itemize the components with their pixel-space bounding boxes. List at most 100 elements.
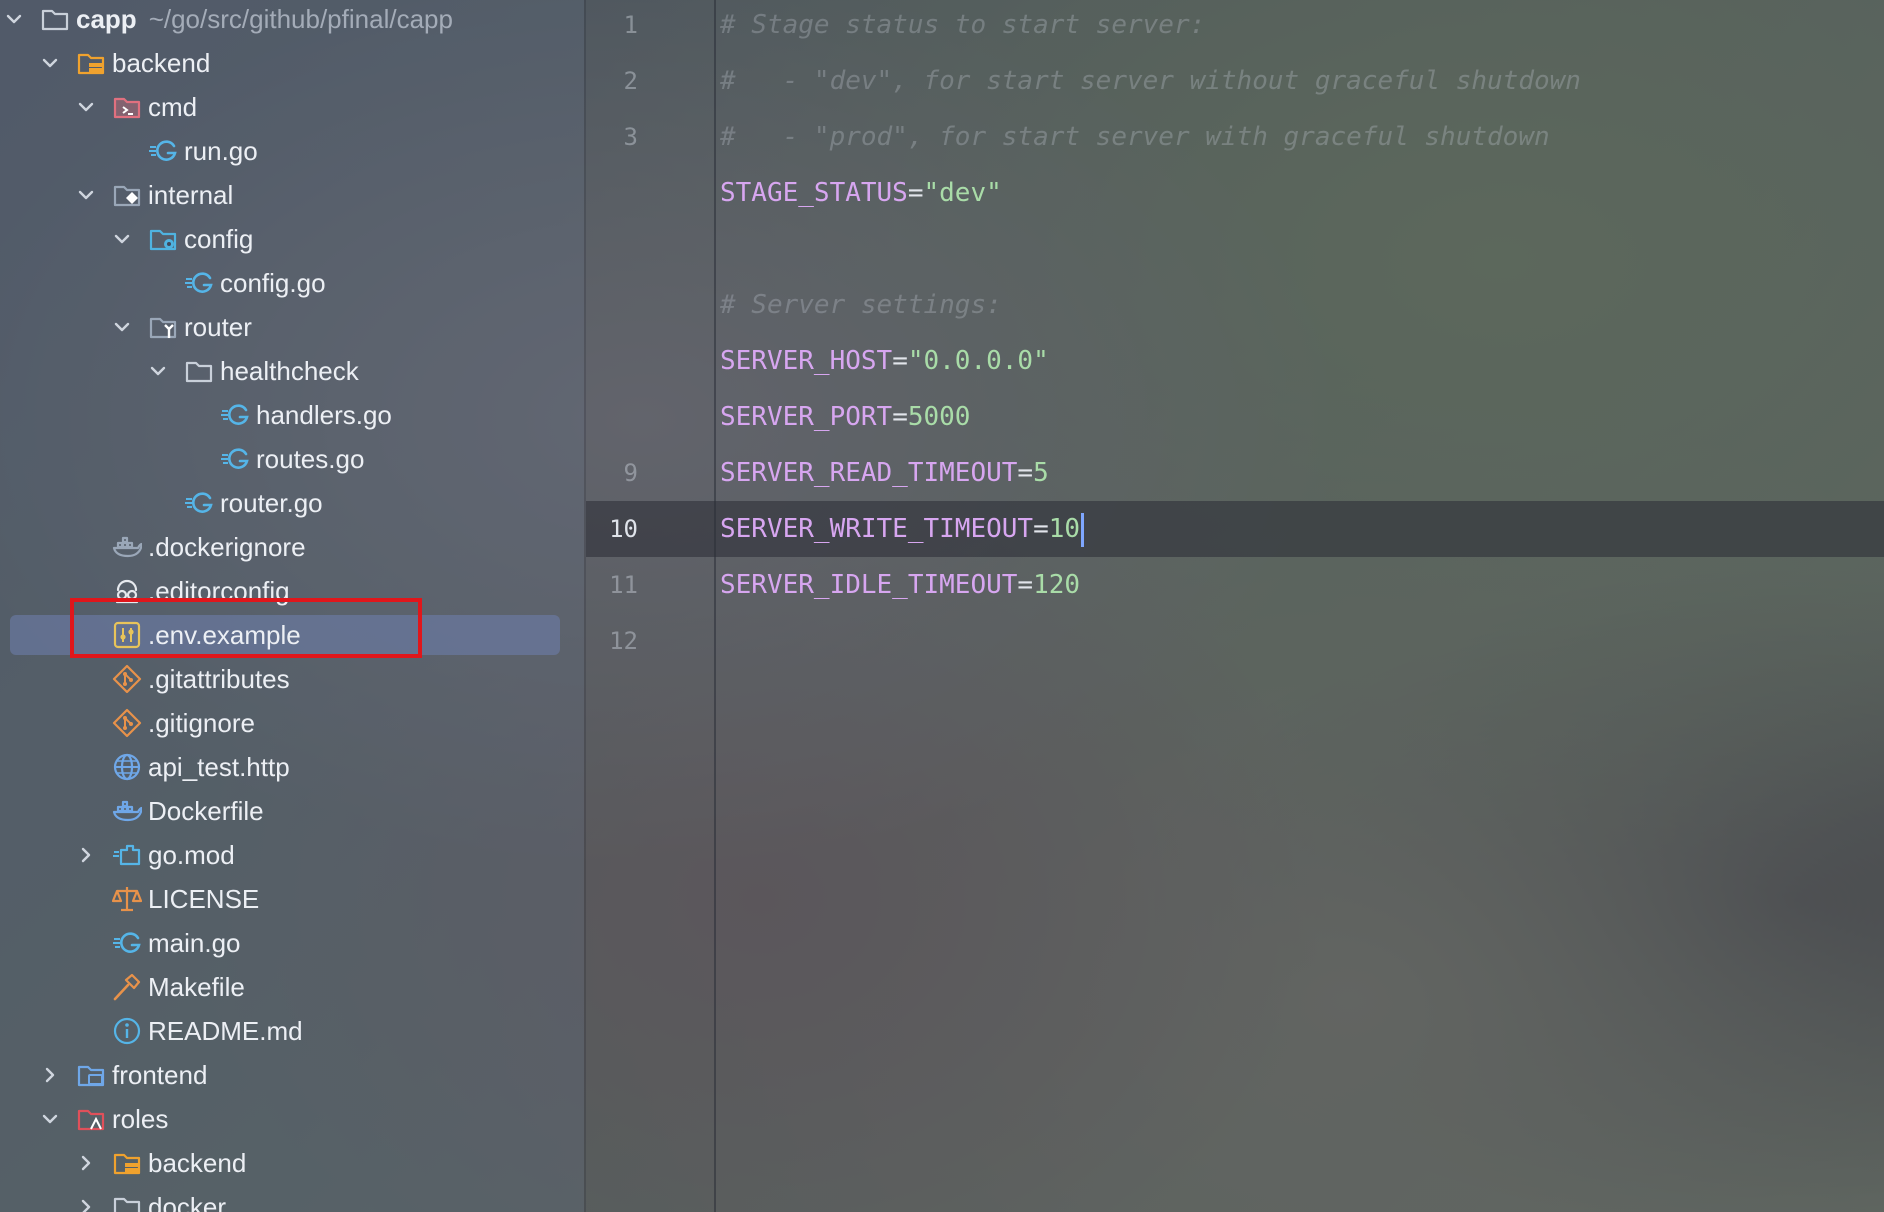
code-line[interactable]: 3 # - "prod", for start server with grace… (586, 109, 1884, 165)
tree-item-label: api_test.http (148, 751, 290, 782)
tree-item[interactable]: .gitattributes (0, 657, 584, 701)
tree-item[interactable]: config.go (0, 261, 584, 305)
tree-item[interactable]: backend (0, 41, 584, 85)
tree-item[interactable]: docker (0, 1185, 584, 1212)
code-line[interactable]: 2 # - "dev", for start server without gra… (586, 53, 1884, 109)
code-line[interactable]: 11 SERVER_IDLE_TIMEOUT=120 (586, 557, 1884, 613)
code-token: 10 (1048, 514, 1081, 544)
code-token: = (1033, 514, 1049, 544)
chevron-down-icon[interactable] (148, 361, 168, 381)
makefile-hammer-icon (112, 972, 142, 1002)
code-token: SERVER_HOST (720, 346, 893, 376)
code-token: # Server settings: (720, 290, 1002, 320)
tree-item-label: cmd (148, 91, 198, 122)
code-text: # Server settings: (720, 277, 1002, 333)
tree-item-label: backend (112, 47, 211, 78)
code-line[interactable]: SERVER_PORT=5000 (586, 389, 1884, 445)
code-line[interactable]: 9 SERVER_READ_TIMEOUT=5 (586, 445, 1884, 501)
project-root-path: ~/go/src/github/pfinal/capp (148, 3, 453, 34)
tree-item[interactable]: run.go (0, 129, 584, 173)
chevron-down-icon[interactable] (76, 97, 96, 117)
tree-item-label: Makefile (148, 971, 245, 1002)
chevron-right-icon[interactable] (76, 845, 96, 865)
code-text: # Stage status to start server: (720, 0, 1205, 53)
code-editor[interactable]: 1 # Stage status to start server: 2 # - "de… (586, 0, 1884, 1212)
git-icon (112, 708, 142, 738)
tree-item-label: healthcheck (220, 355, 359, 386)
tree-item[interactable]: api_test.http (0, 745, 584, 789)
docker-icon (112, 796, 144, 826)
project-root-name: capp (76, 3, 137, 34)
tree-item[interactable]: handlers.go (0, 393, 584, 437)
chevron-right-icon[interactable] (76, 1197, 96, 1212)
code-line[interactable]: 12 (586, 613, 1884, 669)
code-line[interactable] (586, 221, 1884, 277)
tree-item[interactable]: Makefile (0, 965, 584, 1009)
code-line[interactable]: 1 # Stage status to start server: (586, 0, 1884, 53)
folder-icon (184, 356, 214, 386)
tree-item-label: frontend (112, 1059, 208, 1090)
tree-item-label: backend (148, 1147, 247, 1178)
tree-item[interactable]: router (0, 305, 584, 349)
chevron-down-icon[interactable] (112, 317, 132, 337)
license-scales-icon (111, 884, 143, 914)
code-token: SERVER_PORT (720, 402, 893, 432)
tree-item[interactable]: routes.go (0, 437, 584, 481)
code-line[interactable]: SERVER_HOST="0.0.0.0" (586, 333, 1884, 389)
tree-item-label: go.mod (148, 839, 235, 870)
router-folder-icon (148, 312, 178, 342)
tree-item[interactable]: backend (0, 1141, 584, 1185)
tree-item[interactable]: healthcheck (0, 349, 584, 393)
line-number: 1 (623, 11, 638, 39)
code-line[interactable]: # Server settings: (586, 277, 1884, 333)
code-text: # - "prod", for start server with gracef… (720, 109, 1550, 165)
tree-item[interactable]: frontend (0, 1053, 584, 1097)
code-token: = (892, 346, 908, 376)
tree-item[interactable]: config (0, 217, 584, 261)
code-text: SERVER_READ_TIMEOUT=5 (720, 445, 1049, 501)
tree-item[interactable]: router.go (0, 481, 584, 525)
tree-item-label: docker (148, 1191, 227, 1212)
tree-item[interactable]: .gitignore (0, 701, 584, 745)
tree-item[interactable]: LICENSE (0, 877, 584, 921)
code-token: STAGE_STATUS (720, 178, 908, 208)
code-token: # - "dev", for start server without grac… (720, 66, 1581, 96)
tree-item[interactable]: Dockerfile (0, 789, 584, 833)
chevron-down-icon[interactable] (4, 9, 24, 29)
go-file-icon (112, 928, 142, 958)
tree-item-label: roles (112, 1103, 169, 1134)
tree-item-label: run.go (184, 135, 258, 166)
line-number: 2 (623, 67, 638, 95)
chevron-down-icon[interactable] (40, 53, 60, 73)
tree-root[interactable]: capp ~/go/src/github/pfinal/capp (0, 0, 584, 41)
chevron-right-icon[interactable] (76, 1153, 96, 1173)
code-token: "0.0.0.0" (907, 346, 1049, 376)
frontend-folder-icon (76, 1060, 106, 1090)
code-text: SERVER_IDLE_TIMEOUT=120 (720, 557, 1080, 613)
code-token: # - "prod", for start server with gracef… (720, 122, 1550, 152)
code-line[interactable]: 10 SERVER_WRITE_TIMEOUT=10 (586, 501, 1884, 557)
http-globe-icon (112, 752, 142, 782)
tree-item[interactable]: go.mod (0, 833, 584, 877)
code-token: SERVER_WRITE_TIMEOUT (720, 514, 1034, 544)
tree-item[interactable]: main.go (0, 921, 584, 965)
tree-item[interactable]: internal (0, 173, 584, 217)
chevron-down-icon[interactable] (112, 229, 132, 249)
tree-item-label: routes.go (256, 443, 365, 474)
tree-item[interactable]: README.md (0, 1009, 584, 1053)
chevron-down-icon[interactable] (76, 185, 96, 205)
roles-folder-icon (76, 1104, 106, 1134)
code-line[interactable]: STAGE_STATUS="dev" (586, 165, 1884, 221)
chevron-down-icon[interactable] (40, 1109, 60, 1129)
backend-folder-icon (112, 1148, 142, 1178)
tree-item[interactable]: roles (0, 1097, 584, 1141)
folder-icon (40, 4, 70, 34)
info-icon (112, 1016, 142, 1046)
tree-item-label: Dockerfile (148, 795, 264, 826)
go-file-icon (184, 268, 214, 298)
code-token: "dev" (923, 178, 1002, 208)
config-folder-icon (148, 224, 178, 254)
tree-item[interactable]: cmd (0, 85, 584, 129)
chevron-right-icon[interactable] (40, 1065, 60, 1085)
tree-item[interactable]: .dockerignore (0, 525, 584, 569)
